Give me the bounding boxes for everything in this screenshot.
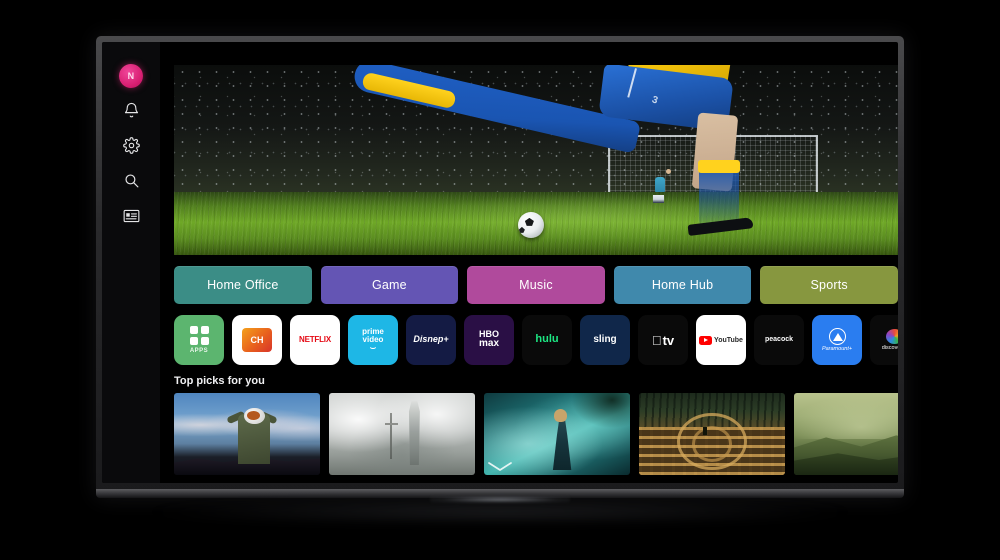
category-button-label: Music — [519, 278, 553, 292]
player-sock-band-lower — [698, 160, 741, 174]
hbo-max-logo: HBO max — [478, 329, 499, 350]
top-pick-thumbnail[interactable] — [639, 393, 785, 475]
category-button-label: Game — [371, 278, 407, 292]
top-picks-label: Top picks for you — [174, 375, 265, 387]
input-panel-icon — [123, 209, 140, 223]
category-button[interactable]: Home Hub — [613, 266, 752, 304]
bell-icon — [123, 102, 140, 119]
gear-icon — [122, 137, 140, 154]
app-tile-row: APPS CH NETFLIX prime video ⌣ Disnep+ HBO max hul… — [174, 315, 898, 365]
hero-banner[interactable]: 3 — [174, 65, 898, 255]
category-button-label: Home Office — [207, 278, 279, 292]
discovery-plus-logo: discovery+ — [882, 328, 898, 352]
app-tile-label: sling — [593, 333, 617, 345]
app-tile[interactable]: Paramount+ — [812, 315, 862, 365]
top-pick-thumbnail[interactable] — [794, 393, 898, 475]
category-button[interactable]: Sports — [760, 266, 898, 304]
category-button-row: Home Office Game Music Home Hub Sports — [174, 266, 898, 304]
category-button[interactable]: Music — [467, 266, 605, 304]
apple-tv-logo: tv — [652, 332, 674, 348]
chevron-down-icon[interactable] — [487, 459, 513, 477]
app-tile[interactable]: tv — [638, 315, 688, 365]
top-pick-thumbnail[interactable] — [329, 393, 475, 475]
search-icon — [123, 172, 140, 189]
category-button[interactable]: Home Office — [174, 266, 312, 304]
tv-stand-highlight — [430, 496, 570, 503]
app-tile[interactable]: peacock — [754, 315, 804, 365]
app-tile-label: NETFLIX — [299, 334, 331, 344]
app-tile[interactable]: prime video ⌣ — [348, 315, 398, 365]
sidebar-item-notifications[interactable] — [109, 93, 153, 128]
app-tile[interactable]: NETFLIX — [290, 315, 340, 365]
tv-screen: N 3 Home Office Game Music Home Hub Spor… — [102, 42, 898, 483]
tv-stand-shadow — [150, 500, 850, 524]
soccer-ball — [517, 211, 544, 238]
sidebar-item-profile[interactable]: N — [109, 58, 153, 93]
app-tile[interactable]: discovery+ — [870, 315, 898, 365]
app-tile[interactable]: sling — [580, 315, 630, 365]
main-content: 3 Home Office Game Music Home Hub Sports APP… — [160, 42, 898, 483]
goalkeeper-legs — [653, 194, 665, 203]
avatar-initial: N — [127, 70, 135, 81]
app-tile[interactable]: hulu — [522, 315, 572, 365]
tv-frame: N 3 Home Office Game Music Home Hub Spor… — [96, 36, 904, 498]
app-tile-label: APPS — [189, 347, 209, 354]
app-tile[interactable]: HBO max — [464, 315, 514, 365]
paramount-plus-logo: Paramount+ — [822, 327, 852, 353]
goalkeeper-body — [655, 177, 666, 193]
app-tile-label: hulu — [535, 333, 559, 346]
app-tile[interactable]: YouTube — [696, 315, 746, 365]
app-tile-label: Disnep+ — [413, 334, 449, 345]
top-pick-thumbnail[interactable] — [174, 393, 320, 475]
sidebar: N — [102, 42, 160, 483]
sidebar-item-inputs[interactable] — [109, 198, 153, 233]
category-button[interactable]: Game — [320, 266, 459, 304]
prime-video-logo: prime video ⌣ — [362, 327, 384, 355]
top-picks-row — [174, 393, 898, 475]
channels-logo-icon: CH — [242, 328, 272, 352]
app-tile[interactable]: Disnep+ — [406, 315, 456, 365]
category-button-label: Home Hub — [651, 278, 714, 292]
app-tile-label: peacock — [764, 336, 794, 344]
app-tile[interactable]: CH — [232, 315, 282, 365]
screenshot-root: N 3 Home Office Game Music Home Hub Spor… — [0, 0, 1000, 560]
youtube-logo: YouTube — [699, 335, 743, 345]
app-tile[interactable]: APPS — [174, 315, 224, 365]
apps-grid-icon — [189, 325, 209, 345]
sidebar-item-settings[interactable] — [109, 128, 153, 163]
category-button-label: Sports — [810, 278, 848, 292]
profile-avatar[interactable]: N — [119, 63, 143, 88]
sidebar-item-search[interactable] — [109, 163, 153, 198]
